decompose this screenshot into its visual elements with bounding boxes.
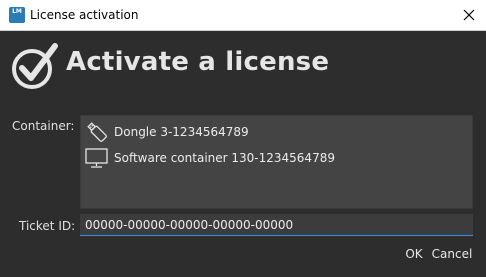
title-bar: LM License activation [0, 0, 486, 31]
app-icon-text: LM [12, 8, 22, 15]
app-icon: LM [9, 7, 25, 23]
list-item-label: Dongle 3-1234564789 [114, 125, 249, 139]
dialog-body: Activate a license Container: Dongle 3-1… [0, 31, 486, 277]
checkmark-circle-icon [12, 43, 58, 89]
container-label: Container: [12, 119, 75, 133]
page-title: Activate a license [66, 47, 330, 77]
window-title: License activation [30, 8, 139, 22]
list-item-software-container[interactable]: Software container 130-1234564789 [85, 146, 465, 170]
usb-dongle-icon [87, 122, 107, 142]
list-item-label: Software container 130-1234564789 [114, 151, 335, 165]
ticket-id-label: Ticket ID: [19, 219, 76, 233]
ok-button[interactable]: OK [403, 244, 425, 264]
cancel-button[interactable]: Cancel [430, 244, 474, 264]
list-item-dongle[interactable]: Dongle 3-1234564789 [85, 120, 465, 144]
container-list[interactable]: Dongle 3-1234564789 Software container 1… [80, 115, 473, 209]
ticket-id-input[interactable] [80, 214, 473, 236]
close-icon [463, 9, 475, 21]
close-button[interactable] [460, 6, 478, 24]
monitor-icon [85, 148, 108, 168]
